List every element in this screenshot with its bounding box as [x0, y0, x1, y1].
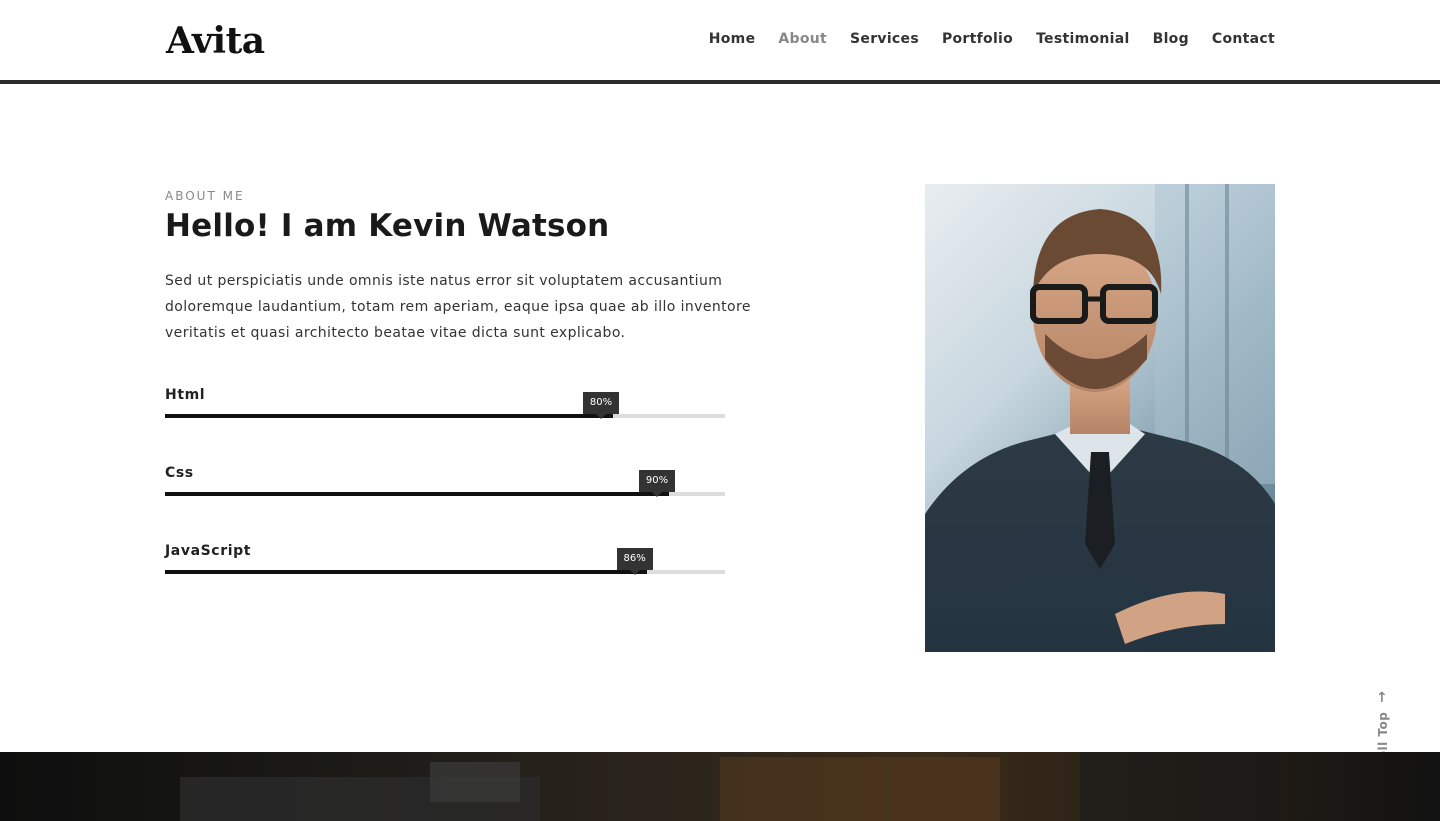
skill-track — [165, 570, 725, 574]
nav-services[interactable]: Services — [850, 31, 919, 47]
nav-blog[interactable]: Blog — [1153, 31, 1189, 47]
section-eyebrow: ABOUT ME — [165, 189, 245, 203]
desk-background-image — [180, 752, 1280, 821]
skill-css: Css 90% — [165, 465, 725, 505]
nav-about[interactable]: About — [778, 31, 827, 47]
nav-portfolio[interactable]: Portfolio — [942, 31, 1013, 47]
about-description: Sed ut perspiciatis unde omnis iste natu… — [165, 273, 751, 341]
skill-track — [165, 492, 725, 496]
nav-home[interactable]: Home — [709, 31, 756, 47]
skill-track — [165, 414, 725, 418]
skill-label: JavaScript — [165, 543, 252, 559]
nav-testimonial[interactable]: Testimonial — [1036, 31, 1130, 47]
skill-percent-badge: 90% — [639, 470, 675, 497]
skill-label: Css — [165, 465, 194, 481]
profile-photo — [925, 184, 1275, 652]
skill-javascript: JavaScript 86% — [165, 543, 725, 583]
skill-html: Html 80% — [165, 387, 725, 427]
page-title: Hello! I am Kevin Watson — [165, 208, 610, 244]
main-nav: Home About Services Portfolio Testimonia… — [709, 31, 1275, 47]
skill-percent-badge: 80% — [583, 392, 619, 419]
skill-fill — [165, 414, 613, 418]
skill-fill — [165, 492, 669, 496]
nav-contact[interactable]: Contact — [1212, 31, 1275, 47]
arrow-up-icon: ↑ — [1376, 690, 1388, 706]
skill-label: Html — [165, 387, 206, 403]
next-section-background — [0, 752, 1440, 821]
skill-fill — [165, 570, 647, 574]
site-header: Avita Home About Services Portfolio Test… — [0, 0, 1440, 84]
site-logo[interactable]: Avita — [166, 20, 265, 62]
skill-percent-badge: 86% — [616, 548, 653, 575]
profile-photo-illustration — [925, 184, 1275, 652]
